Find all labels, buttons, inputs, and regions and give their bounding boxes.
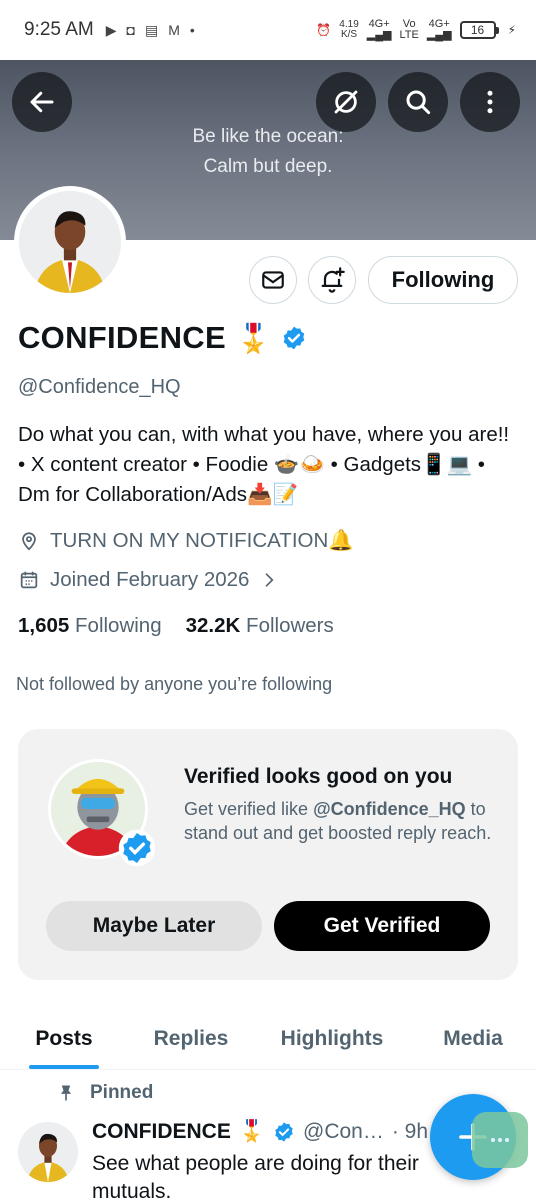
follow-counts: 1,605 Following 32.2K Followers <box>18 614 334 638</box>
post-author-name[interactable]: CONFIDENCE <box>92 1120 231 1144</box>
media-notification-icon: ▶ <box>105 21 117 38</box>
mail-notification-icon: M <box>168 22 180 38</box>
grok-button[interactable] <box>316 72 376 132</box>
display-name: CONFIDENCE <box>18 320 226 355</box>
search-icon <box>406 90 431 115</box>
get-verified-button[interactable]: Get Verified <box>274 901 490 951</box>
profile-bio: Do what you can, with what you have, whe… <box>18 423 510 506</box>
more-notification-dot: • <box>189 22 195 38</box>
post-author-handle: @Con… <box>303 1120 384 1143</box>
post-author-emoji: 🎖️ <box>238 1120 265 1143</box>
grok-chat-button[interactable] <box>472 1112 528 1168</box>
calendar-icon <box>20 571 38 589</box>
post-author-avatar[interactable] <box>18 1122 78 1182</box>
pinned-indicator: Pinned <box>56 1082 153 1104</box>
banner-quote: Be like the ocean: Calm but deep. <box>192 126 344 177</box>
battery-icon: 16 <box>459 21 499 39</box>
tab-posts[interactable]: Posts <box>0 1008 128 1069</box>
app-notification-icon: ▤ <box>144 21 159 38</box>
more-vertical-icon <box>487 90 493 114</box>
status-bar: 9:25 AM ▶ ◘ ▤ M • ⏰ 4.19 K/S 4G+ ▂▄▆ Vo LT… <box>0 0 536 60</box>
person-portrait-icon <box>18 1122 78 1182</box>
profile-joined[interactable]: Joined February 2026 <box>18 568 279 592</box>
more-options-button[interactable] <box>460 72 520 132</box>
system-icons: ⏰ 4.19 K/S 4G+ ▂▄▆ Vo LTE 4G+ ▂▄▆ 16 ⚡ <box>316 19 516 41</box>
charging-icon: ⚡ <box>507 23 516 37</box>
grok-icon <box>334 90 358 114</box>
mail-icon <box>262 271 284 289</box>
search-button[interactable] <box>388 72 448 132</box>
location-pin-icon <box>22 532 36 551</box>
verified-card-title: Verified looks good on you <box>184 765 453 788</box>
chat-dots-icon <box>490 1137 510 1143</box>
bell-plus-icon <box>321 267 345 293</box>
person-portrait-icon <box>19 191 121 293</box>
profile-location: TURN ON MY NOTIFICATION🔔 <box>18 529 354 553</box>
profile-name-row: CONFIDENCE 🎖️ <box>18 320 307 356</box>
signal-2: 4G+ ▂▄▆ <box>426 18 452 41</box>
network-speed: 4.19 K/S <box>339 19 359 40</box>
post-time: · 9h <box>391 1120 429 1143</box>
following-button[interactable]: Following <box>368 256 518 304</box>
verified-upsell-card: Verified looks good on you Get verified … <box>18 729 518 980</box>
signal-1: 4G+ ▂▄▆ <box>366 18 392 41</box>
back-button[interactable] <box>12 72 72 132</box>
avatar-image <box>19 191 121 293</box>
medal-emoji: 🎖️ <box>235 322 271 354</box>
post-header: CONFIDENCE 🎖️ @Con… · 9h <box>92 1120 428 1144</box>
post-text[interactable]: See what people are doing for their mutu… <box>92 1150 452 1200</box>
back-arrow-icon <box>30 91 54 113</box>
maybe-later-button[interactable]: Maybe Later <box>46 901 262 951</box>
profile-tabs: Posts Replies Highlights Media <box>0 1008 536 1070</box>
profile-handle: @Confidence_HQ <box>18 376 181 398</box>
status-time: 9:25 AM <box>24 19 94 40</box>
message-button[interactable] <box>249 256 297 304</box>
following-count-link[interactable]: 1,605 Following <box>18 614 162 638</box>
verified-badge-icon <box>275 1122 293 1142</box>
not-followed-text: Not followed by anyone you’re following <box>16 674 333 694</box>
verified-card-badge-icon <box>118 829 156 867</box>
chevron-right-icon <box>266 573 274 587</box>
notifications-button[interactable] <box>308 256 356 304</box>
alarm-icon: ⏰ <box>316 23 332 37</box>
verified-badge-icon[interactable] <box>281 325 307 351</box>
verified-card-description: Get verified like @Confidence_HQ to stan… <box>184 799 492 843</box>
tab-media[interactable]: Media <box>410 1008 536 1069</box>
pin-icon <box>61 1085 71 1101</box>
tab-highlights[interactable]: Highlights <box>254 1008 410 1069</box>
tab-replies[interactable]: Replies <box>128 1008 254 1069</box>
game-notification-icon: ◘ <box>126 22 135 38</box>
profile-avatar[interactable] <box>14 186 126 298</box>
followers-count-link[interactable]: 32.2K Followers <box>186 614 334 638</box>
volte-indicator: Vo LTE <box>399 18 419 41</box>
notification-icons: ▶ ◘ ▤ M • <box>106 22 195 39</box>
